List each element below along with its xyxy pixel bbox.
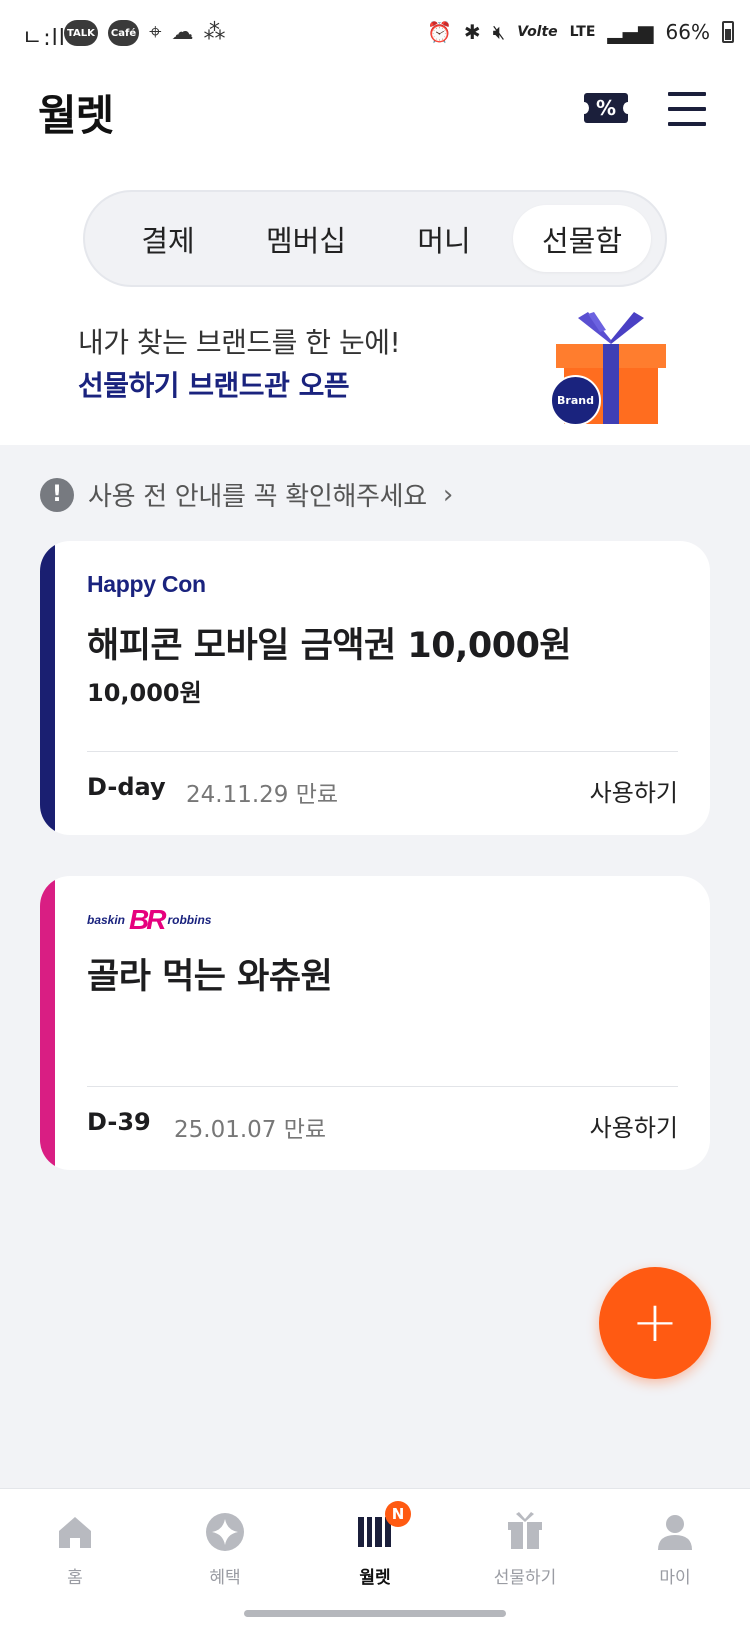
hamburger-icon-line (668, 122, 706, 126)
bluetooth-icon: ✱ (463, 20, 481, 44)
nav-label: 홈 (67, 1568, 83, 1588)
chevron-right-icon: › (442, 479, 454, 510)
sparkle-icon (206, 1513, 244, 1551)
nav-label: 마이 (659, 1568, 691, 1588)
home-indicator[interactable] (244, 1610, 506, 1617)
network-label: LTE (569, 24, 596, 40)
tab-payment[interactable]: 결제 (99, 205, 237, 272)
battery-percent: 66% (665, 20, 710, 44)
card-expiry: 25.01.07 만료 (174, 1117, 327, 1143)
new-badge: N (385, 1501, 411, 1527)
card-amount: 10,000원 (87, 679, 202, 707)
add-gift-button[interactable]: + (599, 1267, 711, 1379)
use-button[interactable]: 사용하기 (590, 1108, 678, 1143)
gift-card-happycon[interactable]: Happy Con 해피콘 모바일 금액권 10,000원 10,000원 D-… (40, 541, 710, 835)
wallet-tabs: 결제 멤버십 머니 선물함 (83, 190, 667, 287)
coupon-icon: % (595, 96, 617, 120)
coupon-button[interactable]: % (579, 93, 633, 123)
baskin-robbins-logo: baskin BR robbins (87, 904, 211, 936)
card-divider (87, 1086, 678, 1087)
brand-badge: Brand (550, 375, 601, 426)
nav-item-home[interactable]: 홈 (0, 1489, 150, 1625)
card-dday: D-day (87, 773, 166, 801)
page-title: 월렛 (38, 91, 114, 140)
hamburger-icon-line (668, 107, 706, 111)
tab-membership[interactable]: 멤버십 (237, 205, 375, 272)
br-logo-right: robbins (167, 913, 212, 927)
notice-text: 사용 전 안내를 꼭 확인해주세요 (88, 482, 427, 512)
br-logo-mark: BR (129, 904, 166, 935)
status-right-icons: ⏰ ✱ 🔇︎ Volte LTE ▂▄▆ 66% (427, 20, 734, 44)
signal-icon: ▂▄▆ (607, 20, 654, 44)
nav-item-gift[interactable]: 선물하기 (450, 1489, 600, 1625)
status-bar: ㄴ:ll TALK Café ⌖ ☁ ⁂ ⏰ ✱ 🔇︎ Volte LTE ▂▄… (0, 0, 750, 72)
gift-icon (508, 1512, 542, 1549)
nav-label: 혜택 (209, 1568, 241, 1588)
hamburger-icon-line (668, 92, 706, 96)
app-notification-icon: ⁂ (203, 20, 226, 45)
nav-item-wallet[interactable]: N 월렛 (300, 1489, 450, 1625)
alarm-icon: ⏰ (426, 20, 452, 44)
battery-icon (722, 21, 734, 43)
card-stripe (40, 541, 55, 835)
tab-money[interactable]: 머니 (375, 205, 513, 272)
nav-item-benefits[interactable]: 혜택 (150, 1489, 300, 1625)
menu-button[interactable] (668, 92, 706, 126)
card-dday: D-39 (87, 1108, 151, 1136)
card-title: 해피콘 모바일 금액권 10,000원 (87, 626, 572, 666)
mute-icon: 🔇︎ (492, 20, 506, 44)
nav-label: 선물하기 (493, 1568, 557, 1588)
usage-notice-link[interactable]: ! 사용 전 안내를 꼭 확인해주세요 › (40, 476, 453, 513)
card-title: 골라 먹는 와츄원 (87, 957, 333, 997)
cafe-icon: Café (107, 20, 140, 46)
use-button[interactable]: 사용하기 (590, 773, 678, 808)
card-stripe (40, 876, 55, 1170)
happycon-logo: Happy Con (87, 571, 206, 597)
kakaotalk-icon: TALK (64, 20, 98, 46)
card-divider (87, 751, 678, 752)
gift-card-baskinrobbins[interactable]: baskin BR robbins 골라 먹는 와츄원 D-39 25.01.0… (40, 876, 710, 1170)
exclamation-icon: ! (40, 477, 74, 512)
bottom-navigation: 홈 혜택 N 월렛 선물하기 마이 (0, 1488, 750, 1625)
home-icon (59, 1517, 91, 1548)
status-time: ㄴ:ll (22, 26, 66, 51)
volte-label: Volte (517, 24, 558, 40)
status-left-icons: TALK Café ⌖ ☁ ⁂ (64, 20, 226, 46)
tab-giftbox[interactable]: 선물함 (513, 205, 651, 272)
br-logo-left: baskin (87, 913, 126, 927)
nav-label: 월렛 (359, 1568, 391, 1588)
card-expiry: 24.11.29 만료 (186, 782, 339, 808)
person-icon (658, 1515, 692, 1550)
chat-icon: ☁ (171, 20, 194, 45)
location-icon: ⌖ (149, 20, 162, 45)
nav-item-my[interactable]: 마이 (600, 1489, 750, 1625)
